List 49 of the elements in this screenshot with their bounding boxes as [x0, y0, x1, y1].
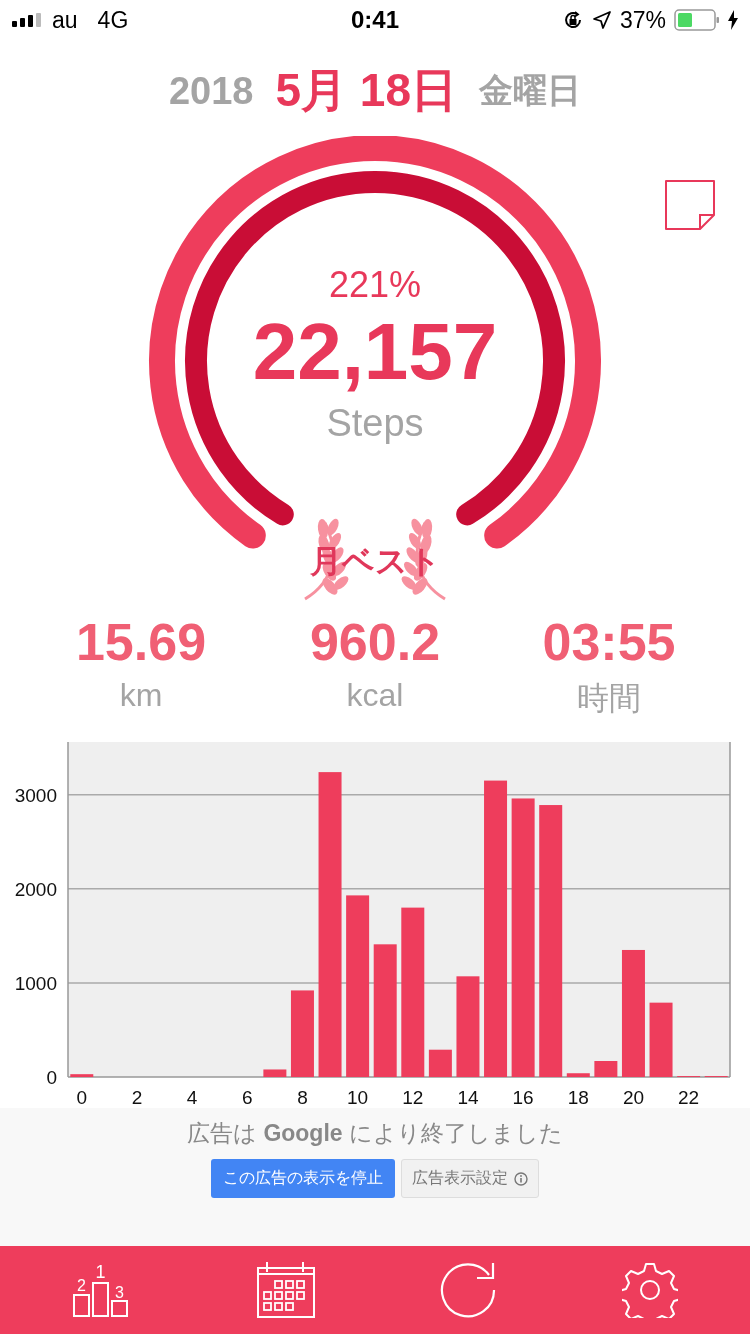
- step-count-text: 22,157: [252, 312, 498, 392]
- metric-value: 03:55: [542, 614, 676, 672]
- info-icon: [514, 1171, 528, 1186]
- clock-text: 0:41: [350, 6, 399, 34]
- x-tick-label: 12: [402, 1087, 424, 1108]
- x-tick-label: 16: [512, 1087, 534, 1108]
- year-text: 2018: [168, 69, 254, 113]
- y-tick-label: 0: [46, 1067, 57, 1088]
- metric-value: 15.69: [75, 614, 207, 672]
- x-tick-label: 20: [622, 1087, 645, 1108]
- x-tick-label: 4: [186, 1087, 198, 1108]
- steps-label: Steps: [326, 402, 424, 445]
- y-tick-label: 3000: [14, 784, 57, 806]
- ranking-tab[interactable]: 1 2 3: [72, 1262, 133, 1318]
- battery-icon: [674, 9, 720, 31]
- metric-unit: km: [119, 677, 163, 715]
- ad-settings-button[interactable]: 広告表示設定: [401, 1159, 539, 1198]
- signal-icon: [12, 13, 42, 27]
- metric-unit: 時間: [577, 679, 641, 719]
- battery-percent-text: 37%: [619, 6, 666, 34]
- calendar-tab[interactable]: [256, 1261, 315, 1319]
- goal-percent-text: 221%: [328, 264, 422, 306]
- x-tick-label: 0: [76, 1087, 88, 1108]
- settings-tab[interactable]: [621, 1262, 678, 1318]
- ad-closed-notice: 広告は Google により終了しました: [187, 1119, 563, 1148]
- x-tick-label: 10: [347, 1087, 369, 1108]
- bar: [594, 1061, 618, 1077]
- network-text: 4G: [97, 6, 129, 34]
- x-tick-label: 14: [457, 1087, 479, 1108]
- metric-unit: kcal: [346, 677, 404, 715]
- x-tick-label: 8: [297, 1087, 308, 1108]
- note-icon[interactable]: [665, 180, 715, 230]
- charging-bolt-icon: [728, 10, 738, 30]
- bar: [70, 1074, 94, 1077]
- weekday-text: 金曜日: [479, 70, 582, 111]
- carrier-text: au: [52, 6, 78, 34]
- x-tick-label: 18: [567, 1087, 589, 1108]
- refresh-tab[interactable]: [439, 1261, 498, 1319]
- metric-value: 960.2: [309, 614, 441, 672]
- x-tick-label: 22: [678, 1087, 700, 1108]
- bar: [566, 1073, 590, 1077]
- location-arrow-icon: [591, 10, 612, 30]
- x-tick-label: 6: [242, 1087, 253, 1108]
- x-tick-label: 2: [131, 1087, 143, 1108]
- stop-ad-button[interactable]: この広告の表示を停止: [211, 1159, 395, 1198]
- y-tick-label: 2000: [14, 878, 57, 900]
- bar: [263, 1069, 287, 1077]
- y-tick-label: 1000: [14, 972, 57, 994]
- date-text: 5月 18日: [275, 63, 458, 118]
